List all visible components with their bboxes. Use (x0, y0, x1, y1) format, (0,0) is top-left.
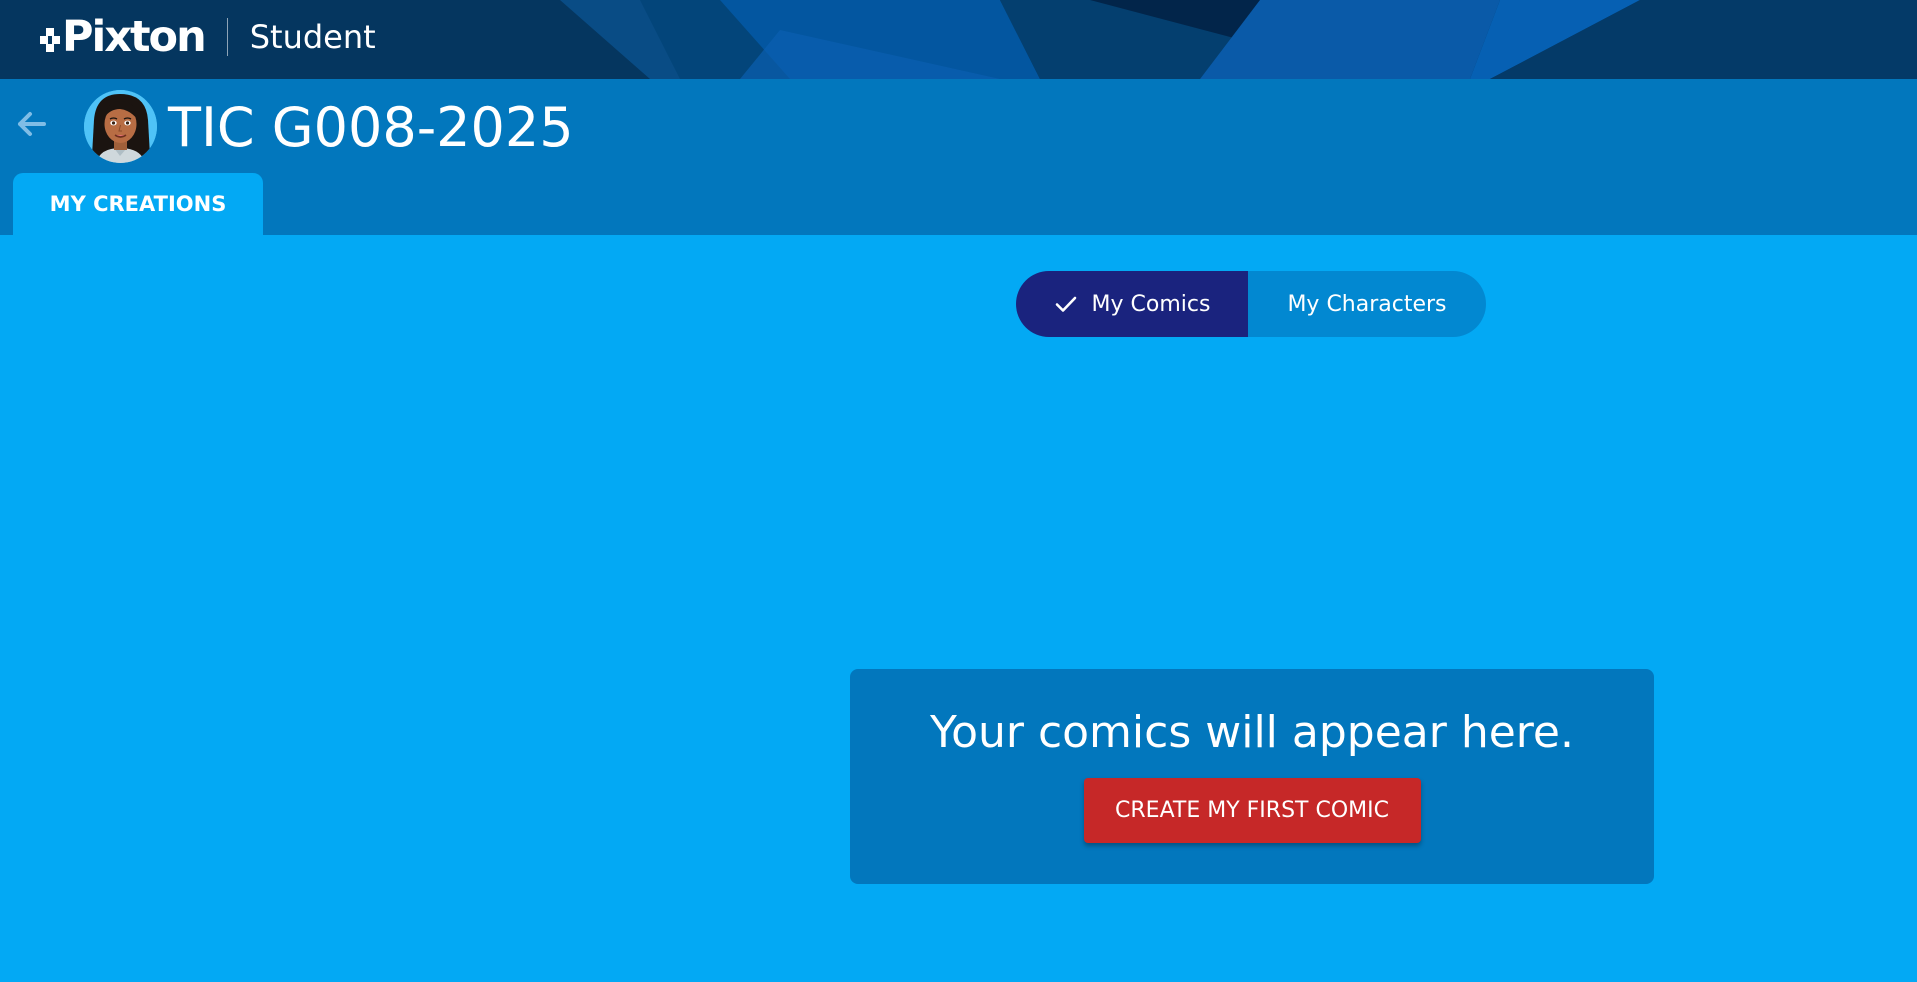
brand-divider (226, 18, 228, 56)
check-icon (1055, 296, 1076, 312)
toggle-my-comics-label: My Comics (1091, 291, 1211, 317)
class-header: TIC G008-2025 MY CREATIONS (0, 79, 1917, 235)
pixton-logo[interactable]: Pixton (40, 11, 207, 62)
toggle-my-characters-label: My Characters (1287, 291, 1447, 317)
empty-state-card: Your comics will appear here. CREATE MY … (850, 669, 1654, 884)
brand: Pixton Student (40, 8, 376, 66)
toggle-my-comics[interactable]: My Comics (1016, 271, 1248, 337)
back-button[interactable] (10, 103, 52, 145)
toggle-my-characters[interactable]: My Characters (1248, 271, 1486, 337)
class-title: TIC G008-2025 (168, 96, 574, 159)
top-bar: Pixton Student (0, 0, 1917, 79)
empty-state-message: Your comics will appear here. (930, 707, 1574, 758)
role-label: Student (249, 18, 376, 56)
avatar (84, 90, 157, 163)
pixton-logo-text: Pixton (62, 11, 207, 62)
create-first-comic-button[interactable]: CREATE MY FIRST COMIC (1083, 778, 1421, 843)
pixton-logo-mark-icon (40, 22, 60, 52)
creations-toggle: My Comics My Characters (1016, 271, 1486, 337)
arrow-left-icon (18, 112, 46, 136)
student-avatar-icon (84, 90, 157, 163)
tab-my-creations[interactable]: MY CREATIONS (13, 173, 263, 235)
